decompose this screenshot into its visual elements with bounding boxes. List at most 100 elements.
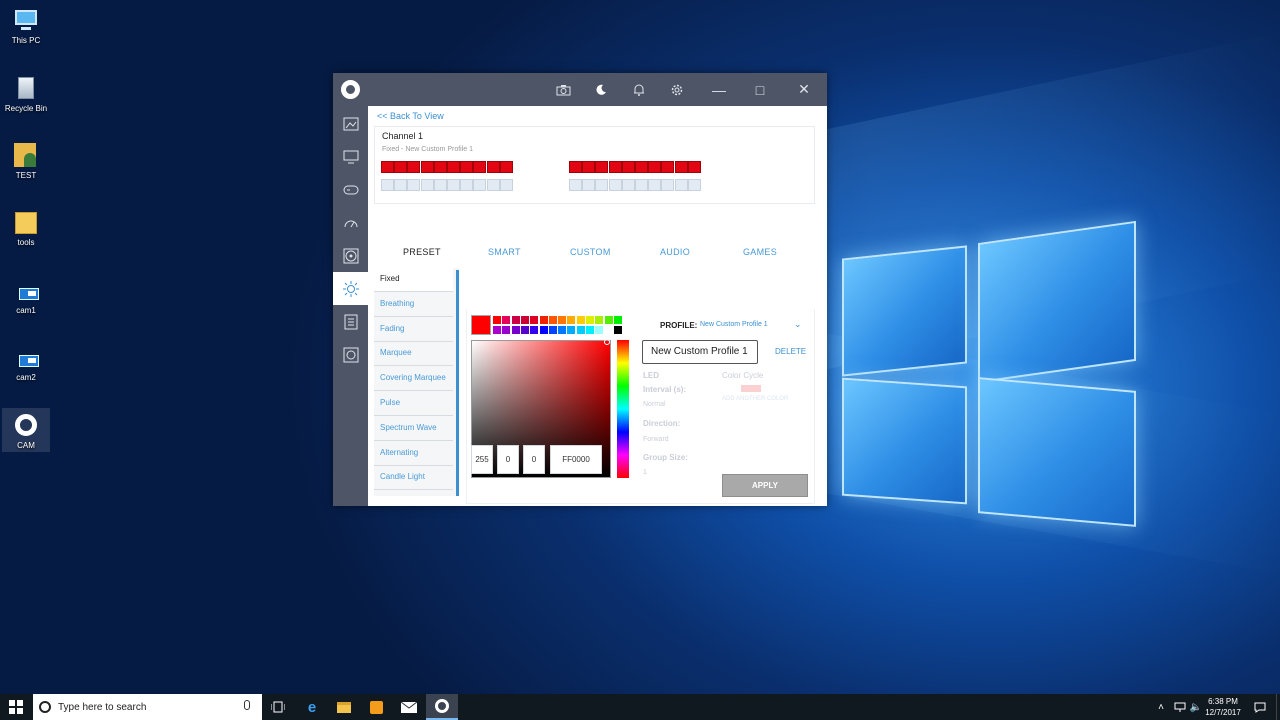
- led-indicator-active[interactable]: [407, 161, 421, 173]
- chevron-down-icon[interactable]: ⌄: [794, 319, 802, 330]
- led-indicator-active[interactable]: [687, 161, 701, 173]
- led-indicator-active[interactable]: [447, 161, 460, 173]
- palette-swatch[interactable]: [567, 326, 576, 334]
- palette-swatch[interactable]: [493, 326, 501, 334]
- led-indicator-inactive[interactable]: [381, 179, 394, 191]
- preset-item-candle-light[interactable]: Candle Light: [374, 466, 453, 491]
- led-indicator-active[interactable]: [569, 161, 582, 173]
- close-icon[interactable]: ✕: [788, 73, 820, 106]
- led-indicator-active[interactable]: [499, 161, 513, 173]
- preset-scrollbar[interactable]: [456, 270, 459, 496]
- desktop-icon-recycle-bin[interactable]: Recycle Bin: [2, 74, 50, 113]
- preset-item-fixed[interactable]: Fixed: [374, 268, 453, 292]
- palette-swatch[interactable]: [595, 316, 604, 324]
- tab-smart[interactable]: SMART: [488, 247, 521, 257]
- led-indicator-active[interactable]: [608, 161, 622, 173]
- chevron-up-icon[interactable]: ˄: [1150, 694, 1172, 720]
- gear-icon[interactable]: [661, 73, 693, 106]
- led-indicator-inactive[interactable]: [460, 179, 474, 191]
- led-indicator-active[interactable]: [460, 161, 474, 173]
- palette-swatch[interactable]: [558, 326, 567, 334]
- desktop-icon-cam1[interactable]: cam1: [2, 276, 50, 315]
- file-explorer-icon[interactable]: [328, 694, 360, 720]
- sidebar-item-hdd[interactable]: [333, 338, 368, 371]
- palette-swatch[interactable]: [548, 326, 557, 334]
- led-indicator-inactive[interactable]: [595, 179, 609, 191]
- minimize-icon[interactable]: —: [703, 73, 735, 106]
- show-desktop-button[interactable]: [1276, 694, 1280, 720]
- led-indicator-inactive[interactable]: [648, 179, 662, 191]
- add-color-link[interactable]: ADD ANOTHER COLOR: [722, 396, 788, 402]
- microphone-icon[interactable]: [244, 700, 250, 710]
- profile-dropdown[interactable]: New Custom Profile 1: [700, 321, 768, 328]
- search-input[interactable]: Type here to search: [58, 702, 146, 713]
- led-indicator-inactive[interactable]: [661, 179, 675, 191]
- led-indicator-active[interactable]: [674, 161, 688, 173]
- palette-swatch[interactable]: [604, 326, 613, 334]
- palette-swatch[interactable]: [576, 326, 585, 334]
- direction-select[interactable]: Forward: [643, 436, 669, 443]
- led-indicator-inactive[interactable]: [420, 179, 434, 191]
- led-indicator-active[interactable]: [661, 161, 675, 173]
- palette-swatch[interactable]: [595, 326, 604, 334]
- back-to-view-link[interactable]: << Back To View: [377, 111, 444, 121]
- desktop-icon-cam[interactable]: CAM: [2, 408, 50, 452]
- tab-games[interactable]: GAMES: [743, 247, 777, 257]
- tab-custom[interactable]: CUSTOM: [570, 247, 611, 257]
- led-indicator-inactive[interactable]: [433, 179, 447, 191]
- palette-swatch[interactable]: [511, 316, 520, 324]
- apply-button[interactable]: APPLY: [722, 474, 808, 497]
- palette-swatch[interactable]: [576, 316, 585, 324]
- led-indicator-inactive[interactable]: [621, 179, 635, 191]
- camera-icon[interactable]: [547, 73, 579, 106]
- interval-select[interactable]: Normal: [643, 401, 666, 408]
- palette-swatch[interactable]: [567, 316, 576, 324]
- led-indicator-active[interactable]: [648, 161, 662, 173]
- start-button[interactable]: [0, 694, 32, 720]
- group-size-select[interactable]: 1: [643, 469, 647, 476]
- maximize-icon[interactable]: □: [744, 73, 776, 106]
- preset-item-alternating[interactable]: Alternating: [374, 442, 453, 466]
- led-indicator-inactive[interactable]: [407, 179, 421, 191]
- led-indicator-inactive[interactable]: [582, 179, 596, 191]
- palette-swatch[interactable]: [511, 326, 520, 334]
- sidebar-item-lighting[interactable]: [333, 272, 368, 305]
- clock[interactable]: 6:38 PM 12/7/2017: [1205, 696, 1241, 718]
- palette-swatch[interactable]: [548, 316, 557, 324]
- led-indicator-active[interactable]: [635, 161, 648, 173]
- preset-item-fading[interactable]: Fading: [374, 318, 453, 342]
- palette-swatch[interactable]: [493, 316, 501, 324]
- palette-swatch[interactable]: [502, 326, 511, 334]
- led-indicator-inactive[interactable]: [473, 179, 487, 191]
- task-view-icon[interactable]: [262, 694, 294, 720]
- led-indicator-active[interactable]: [473, 161, 487, 173]
- led-indicator-inactive[interactable]: [674, 179, 688, 191]
- led-indicator-active[interactable]: [582, 161, 596, 173]
- led-indicator-inactive[interactable]: [486, 179, 500, 191]
- led-indicator-active[interactable]: [420, 161, 434, 173]
- led-indicator-inactive[interactable]: [635, 179, 648, 191]
- palette-swatch[interactable]: [530, 326, 539, 334]
- palette-swatch[interactable]: [586, 316, 594, 324]
- delete-button[interactable]: DELETE: [775, 347, 806, 356]
- palette-swatch[interactable]: [613, 316, 622, 324]
- led-indicator-inactive[interactable]: [608, 179, 622, 191]
- blue-input[interactable]: 0: [523, 445, 545, 474]
- notification-icon[interactable]: [1250, 694, 1270, 720]
- preset-item-spectrum-wave[interactable]: Spectrum Wave: [374, 417, 453, 441]
- search-box[interactable]: Type here to search: [33, 694, 262, 720]
- moon-icon[interactable]: [585, 73, 617, 106]
- bell-icon[interactable]: [623, 73, 655, 106]
- sidebar-item-gamepad[interactable]: [333, 173, 368, 206]
- led-indicator-active[interactable]: [486, 161, 500, 173]
- palette-swatch[interactable]: [502, 316, 511, 324]
- palette-swatch[interactable]: [539, 316, 548, 324]
- red-input[interactable]: 255: [471, 445, 493, 474]
- palette-swatch[interactable]: [613, 326, 622, 334]
- cam-taskbar-button[interactable]: [426, 694, 458, 720]
- desktop-icon-test[interactable]: TEST: [2, 141, 50, 180]
- preset-item-covering-marquee[interactable]: Covering Marquee: [374, 367, 453, 392]
- profile-name-field[interactable]: New Custom Profile 1: [642, 340, 758, 364]
- mail-icon[interactable]: [393, 694, 425, 720]
- preset-item-w[interactable]: W...: [374, 491, 453, 496]
